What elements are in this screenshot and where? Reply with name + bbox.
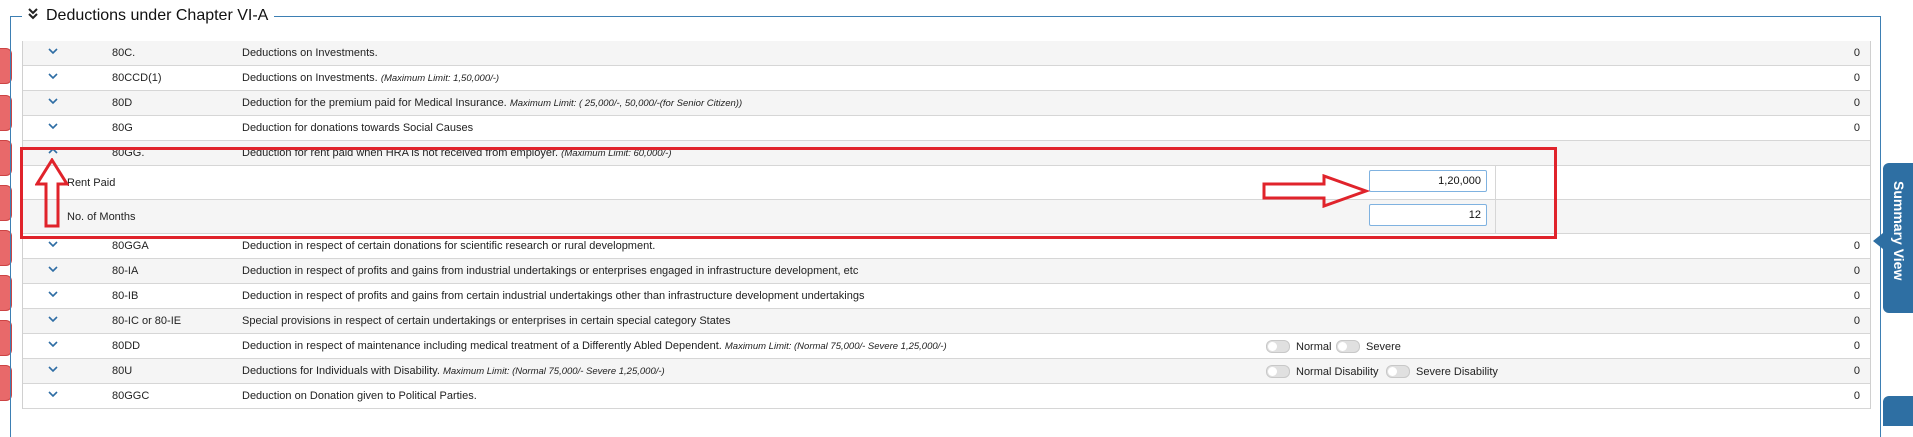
section-description: Deduction for rent paid when HRA is not …: [242, 147, 672, 159]
table-row-80d[interactable]: 80D Deduction for the premium paid for M…: [23, 91, 1870, 116]
section-title: Deductions under Chapter VI-A: [46, 7, 269, 24]
section-description: Deduction in respect of profits and gain…: [242, 265, 859, 277]
chevron-down-icon[interactable]: [47, 363, 59, 375]
table-row-80c[interactable]: 80C. Deductions on Investments. 0: [23, 41, 1870, 66]
section-description: Deductions on Investments. (Maximum Limi…: [242, 72, 500, 84]
toggle-switch-icon[interactable]: [1336, 340, 1360, 353]
chevron-down-icon[interactable]: [47, 288, 59, 300]
table-row-80ib[interactable]: 80-IB Deduction in respect of profits an…: [23, 284, 1870, 309]
chevron-down-icon[interactable]: [47, 313, 59, 325]
chevron-down-icon[interactable]: [47, 263, 59, 275]
section-value: 0: [1853, 97, 1860, 109]
column-divider: [1495, 166, 1496, 199]
table-row-80dd[interactable]: 80DD Deduction in respect of maintenance…: [23, 334, 1870, 359]
section-value: 0: [1853, 47, 1860, 59]
months-label: No. of Months: [67, 211, 136, 223]
toggle-switch-icon[interactable]: [1386, 365, 1410, 378]
chevron-down-icon[interactable]: [47, 338, 59, 350]
section-limit-note: Maximum Limit: (Normal 75,000/- Severe 1…: [442, 366, 665, 377]
section-code: 80CCD(1): [112, 72, 162, 84]
section-description: Special provisions in respect of certain…: [242, 315, 731, 327]
section-value: 0: [1853, 240, 1860, 252]
section-value: 0: [1853, 340, 1860, 352]
section-code: 80G: [112, 122, 133, 134]
section-limit-note: (Maximum Limit: 1,50,000/-): [380, 73, 500, 84]
section-description: Deduction in respect of certain donation…: [242, 240, 656, 252]
section-code: 80-IC or 80-IE: [112, 315, 182, 327]
table-row-80gg[interactable]: 80GG. Deduction for rent paid when HRA i…: [23, 141, 1870, 166]
table-row-80ggc[interactable]: 80GGC Deduction on Donation given to Pol…: [23, 384, 1870, 409]
table-row-80ia[interactable]: 80-IA Deduction in respect of profits an…: [23, 259, 1870, 284]
toggle-switch-icon[interactable]: [1266, 340, 1290, 353]
table-row-80gga[interactable]: 80GGA Deduction in respect of certain do…: [23, 234, 1870, 259]
summary-pointer-icon: [1873, 233, 1883, 249]
section-limit-note: Maximum Limit: ( 25,000/-, 50,000/-(for …: [509, 98, 743, 109]
section-description: Deduction for the premium paid for Medic…: [242, 97, 743, 109]
dd-severe-switch[interactable]: Severe: [1336, 340, 1401, 353]
section-description: Deduction in respect of profits and gain…: [242, 290, 865, 302]
section-code: 80-IA: [112, 265, 139, 277]
table-row-80u[interactable]: 80U Deductions for Individuals with Disa…: [23, 359, 1870, 384]
section-limit-note: (Maximum Limit: 60,000/-): [561, 148, 672, 159]
u-normal-switch[interactable]: Normal Disability: [1266, 365, 1379, 378]
section-code: 80U: [112, 365, 133, 377]
section-description: Deductions for Individuals with Disabili…: [242, 365, 665, 377]
chevron-down-icon[interactable]: [47, 120, 59, 132]
chevron-down-icon[interactable]: [47, 238, 59, 250]
section-code: 80-IB: [112, 290, 139, 302]
table-row-80g[interactable]: 80G Deduction for donations towards Soci…: [23, 116, 1870, 141]
chevron-down-icon[interactable]: [47, 95, 59, 107]
section-code: 80GG.: [112, 147, 145, 159]
section-description: Deduction on Donation given to Political…: [242, 390, 477, 402]
section-description: Deduction in respect of maintenance incl…: [242, 340, 947, 352]
months-row: No. of Months: [23, 200, 1870, 234]
section-value: 0: [1853, 315, 1860, 327]
side-panel-tab[interactable]: [1883, 396, 1913, 426]
deductions-table: 80C. Deductions on Investments. 0 80CCD(…: [22, 41, 1871, 409]
rent-paid-row: Rent Paid: [23, 166, 1870, 200]
section-code: 80GGC: [112, 390, 150, 402]
section-description: Deductions on Investments.: [242, 47, 378, 59]
table-row-80ccd1[interactable]: 80CCD(1) Deductions on Investments. (Max…: [23, 66, 1870, 91]
double-chevron-down-icon[interactable]: [28, 6, 38, 26]
section-value: 0: [1853, 265, 1860, 277]
section-value: 0: [1853, 365, 1860, 377]
section-value: 0: [1853, 122, 1860, 134]
chevron-down-icon[interactable]: [47, 388, 59, 400]
section-value: 0: [1853, 390, 1860, 402]
section-value: 0: [1853, 72, 1860, 84]
summary-view-tab[interactable]: Summary View: [1883, 163, 1913, 313]
toggle-switch-icon[interactable]: [1266, 365, 1290, 378]
section-code: 80C.: [112, 47, 136, 59]
column-divider: [1495, 200, 1496, 233]
section-description: Deduction for donations towards Social C…: [242, 122, 474, 134]
chevron-down-icon[interactable]: [47, 45, 59, 57]
section-code: 80D: [112, 97, 133, 109]
table-row-80ic-80ie[interactable]: 80-IC or 80-IE Special provisions in res…: [23, 309, 1870, 334]
section-value: 0: [1853, 290, 1860, 302]
u-severe-switch[interactable]: Severe Disability: [1386, 365, 1498, 378]
section-code: 80DD: [112, 340, 141, 352]
chevron-down-icon[interactable]: [47, 70, 59, 82]
rent-paid-label: Rent Paid: [67, 177, 116, 189]
dd-normal-switch[interactable]: Normal: [1266, 340, 1331, 353]
months-input[interactable]: [1369, 204, 1487, 226]
section-limit-note: Maximum Limit: (Normal 75,000/- Severe 1…: [724, 341, 947, 352]
section-header[interactable]: Deductions under Chapter VI-A: [22, 6, 275, 26]
chevron-up-icon[interactable]: [47, 145, 59, 157]
summary-view-label: Summary View: [1891, 181, 1907, 281]
section-code: 80GGA: [112, 240, 149, 252]
rent-paid-input[interactable]: [1369, 170, 1487, 192]
